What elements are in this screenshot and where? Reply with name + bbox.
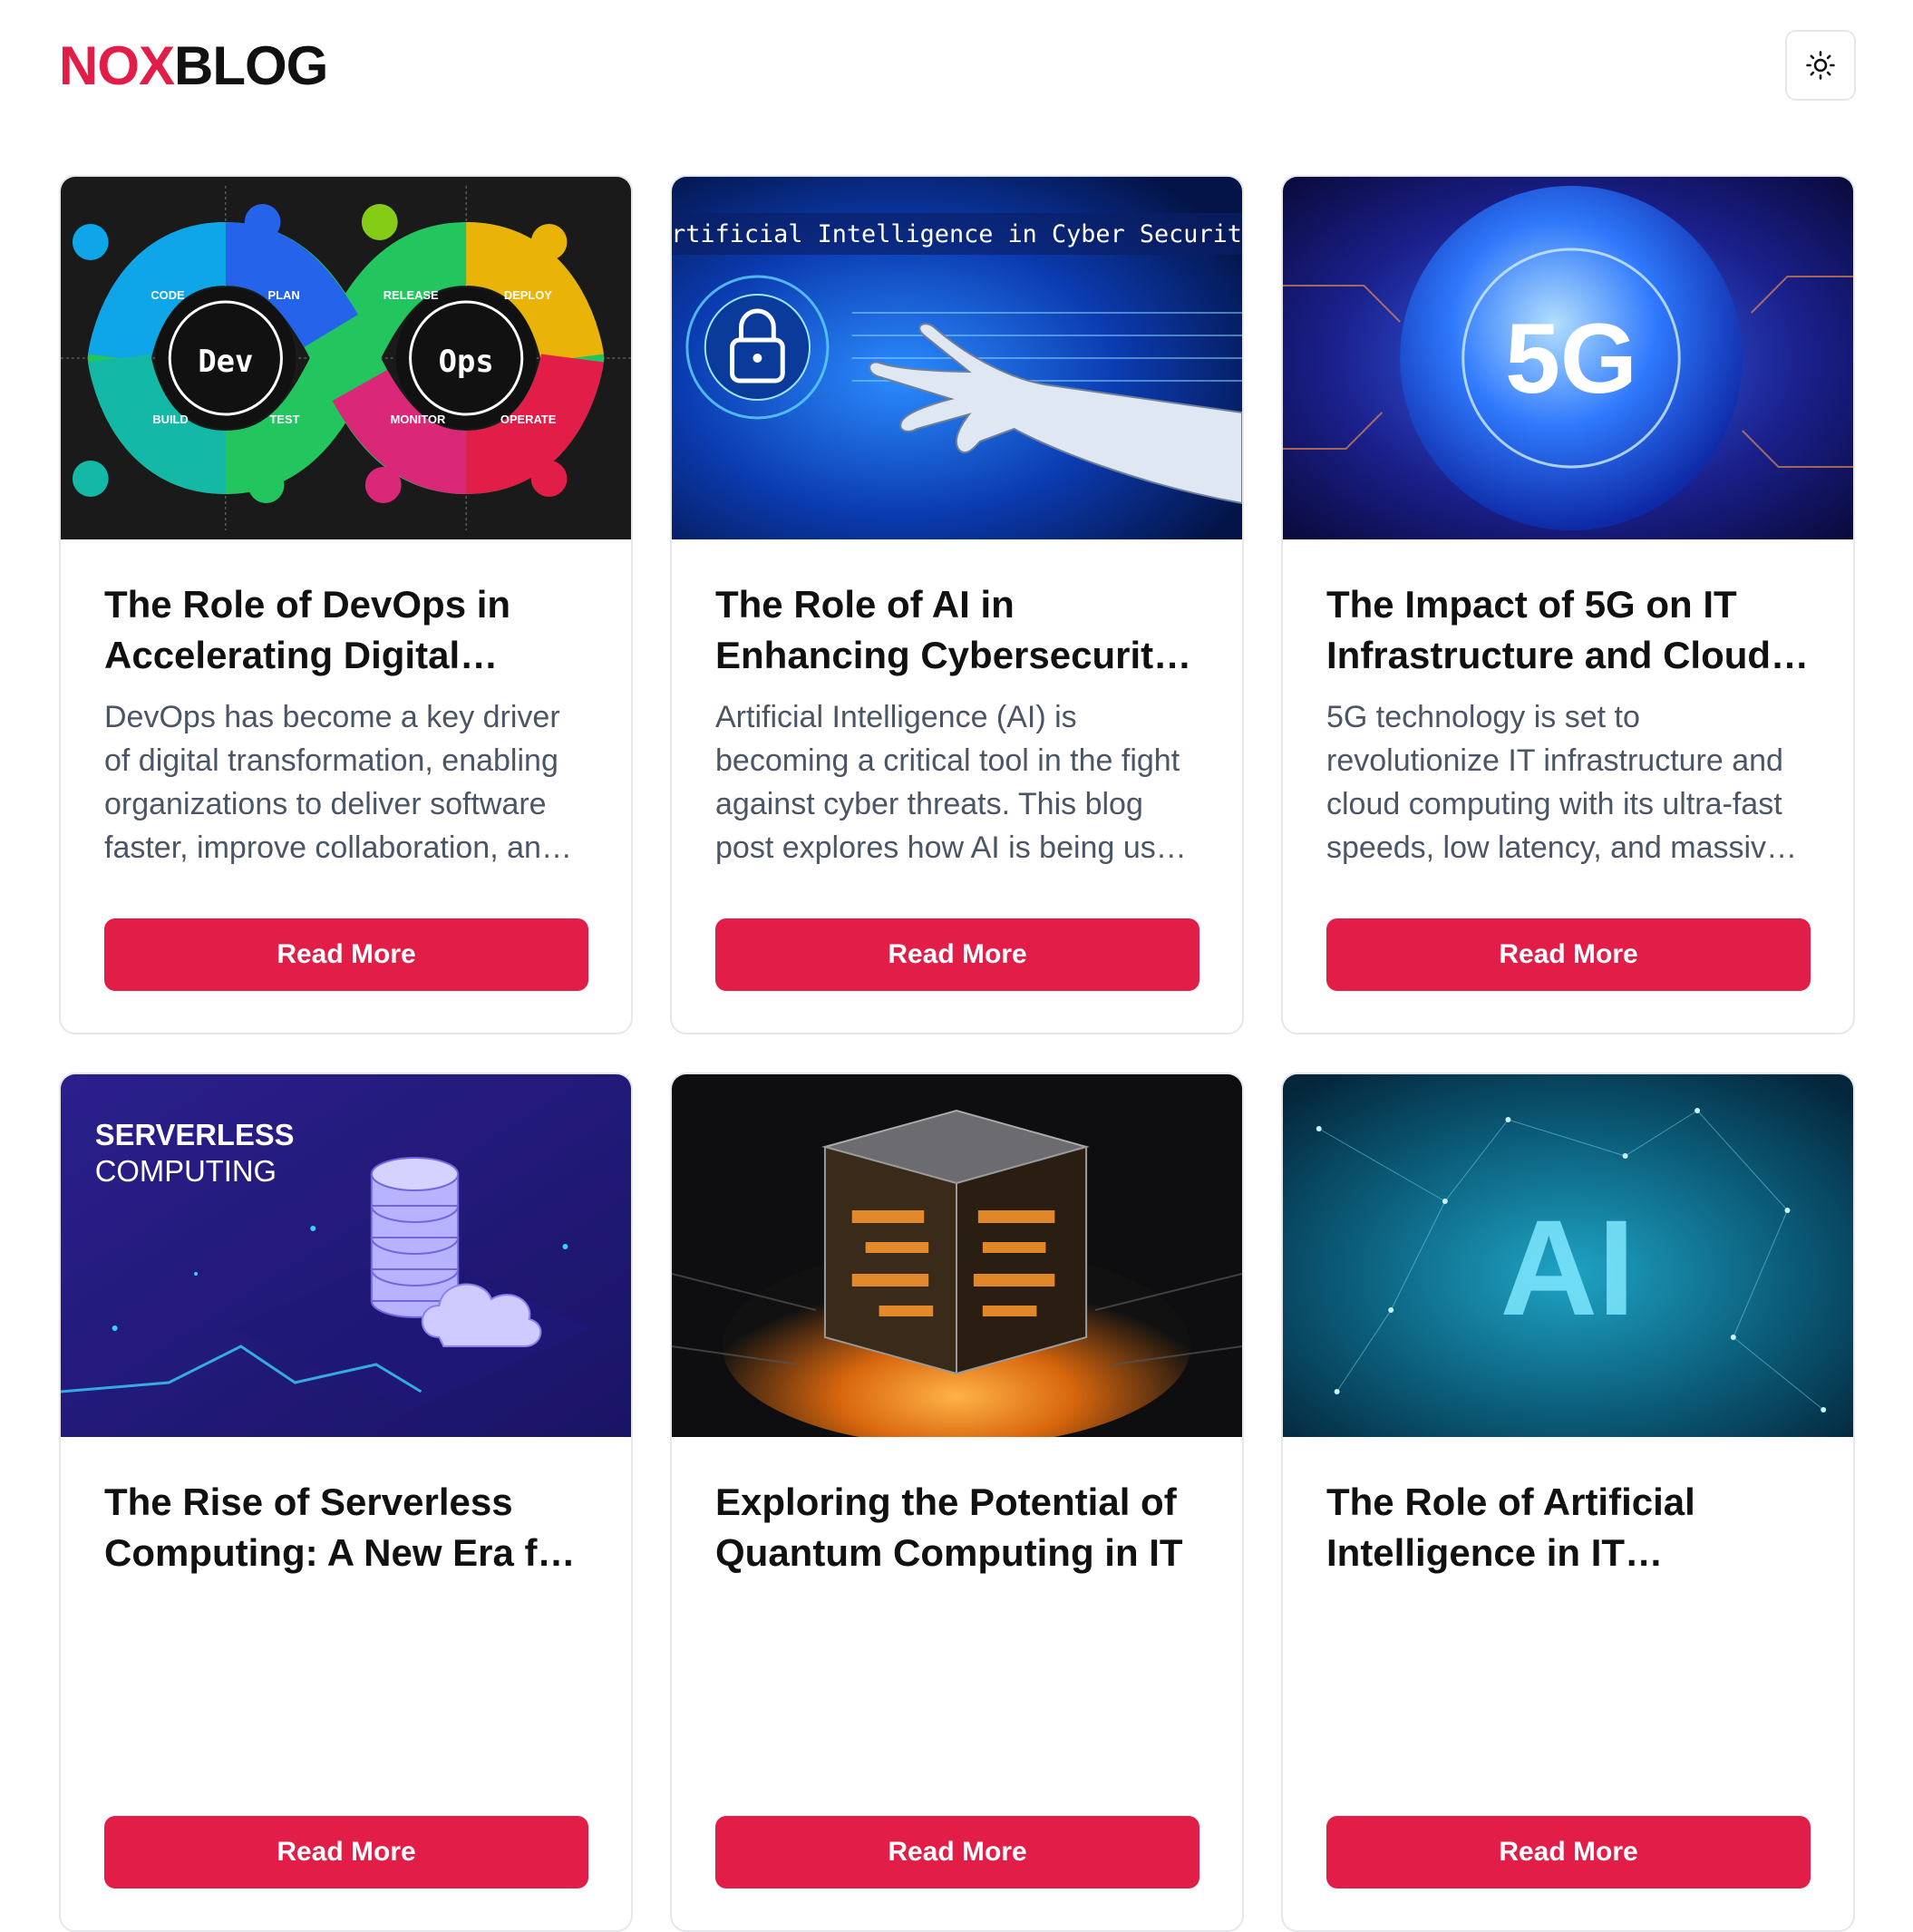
theme-toggle-button[interactable] [1785,30,1856,101]
logo-accent: NOX [59,35,175,96]
post-image-ai-cybersecurity[interactable]: Artificial Intelligence in Cyber Securit… [672,177,1242,539]
stage-deploy: DEPLOY [504,288,552,302]
stage-code: CODE [151,288,185,302]
stage-release: RELEASE [384,288,439,302]
cyber-banner: Artificial Intelligence in Cyber Securit… [672,220,1242,248]
post-excerpt [1326,1593,1810,1767]
devops-right-label: Ops [439,344,494,379]
post-image-devops[interactable]: Dev Ops CODE PLAN RELEASE DEPLOY BUILD T… [61,177,631,539]
post-excerpt: DevOps has become a key driver of digita… [104,700,560,865]
devops-left-label: Dev [198,344,253,379]
read-more-button[interactable]: Read More [1326,1816,1811,1888]
read-more-button[interactable]: Read More [104,918,588,991]
post-card: AI The Role of Artificial Intelligence i… [1281,1073,1855,1932]
post-image-5g[interactable]: 5G [1283,177,1853,539]
post-excerpt: Artificial Intelligence (AI) is becoming… [715,700,1190,865]
post-card: 5G The Impact of 5G on IT Infrastructure… [1281,175,1855,1034]
post-excerpt: 5G technology is set to revolutionize IT… [1326,700,1783,865]
read-more-button[interactable]: Read More [1326,918,1811,991]
post-title[interactable]: The Impact of 5G on IT Infrastructure an… [1326,579,1810,681]
post-card: Dev Ops CODE PLAN RELEASE DEPLOY BUILD T… [59,175,633,1034]
5g-label: 5G [1505,304,1637,414]
post-card: Artificial Intelligence in Cyber Securit… [670,175,1244,1034]
post-image-serverless[interactable]: SERVERLESS COMPUTING [61,1074,631,1437]
ai-label: AI [1500,1192,1635,1345]
post-image-ai[interactable]: AI [1283,1074,1853,1437]
site-header: NOXBLOG [0,0,1913,132]
serverless-line1: SERVERLESS [95,1118,295,1151]
read-more-button[interactable]: Read More [715,1816,1199,1888]
posts-grid: Dev Ops CODE PLAN RELEASE DEPLOY BUILD T… [59,175,1855,1932]
stage-monitor: MONITOR [391,413,446,426]
post-title[interactable]: The Role of AI in Enhancing Cybersecurit… [715,579,1199,681]
post-card: Exploring the Potential of Quantum Compu… [670,1073,1244,1932]
post-card: SERVERLESS COMPUTING The Rise of Serverl… [59,1073,633,1932]
post-title[interactable]: Exploring the Potential of Quantum Compu… [715,1477,1199,1578]
site-logo[interactable]: NOXBLOG [59,34,328,98]
read-more-button[interactable]: Read More [104,1816,588,1888]
stage-plan: PLAN [268,288,300,302]
post-title[interactable]: The Role of Artificial Intelligence in I… [1326,1477,1810,1578]
post-excerpt [715,1593,1199,1767]
stage-operate: OPERATE [500,413,557,426]
post-title[interactable]: The Rise of Serverless Computing: A New … [104,1477,587,1578]
sun-icon [1805,50,1836,81]
stage-build: BUILD [152,413,188,426]
post-title[interactable]: The Role of DevOps in Accelerating Digit… [104,579,587,681]
post-excerpt [104,1593,587,1767]
post-image-quantum[interactable] [672,1074,1242,1437]
stage-test: TEST [270,413,300,426]
read-more-button[interactable]: Read More [715,918,1199,991]
serverless-line2: COMPUTING [95,1154,277,1188]
logo-rest: BLOG [174,35,328,96]
